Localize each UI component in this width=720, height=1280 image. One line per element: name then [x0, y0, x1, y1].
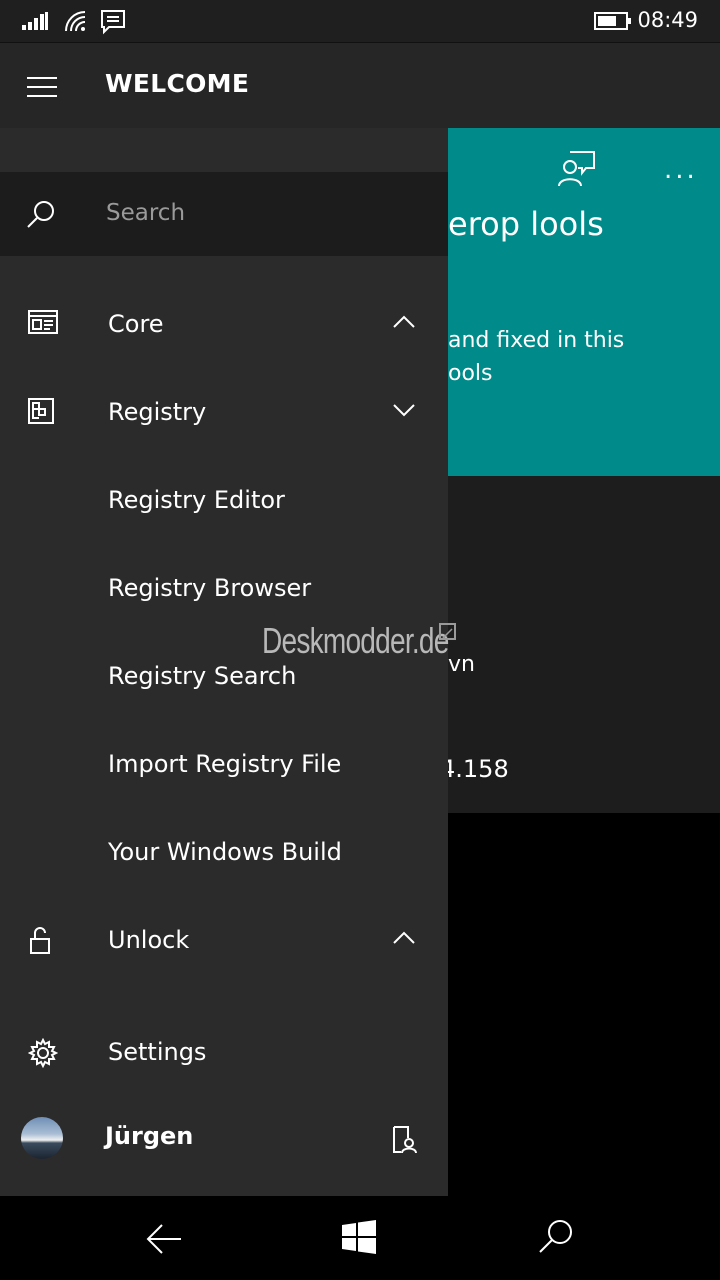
chevron-up-icon[interactable]	[392, 930, 416, 949]
tile-text: ools	[448, 361, 493, 386]
notification-message-icon	[100, 9, 126, 39]
feedback-icon[interactable]	[556, 150, 596, 194]
nav-item-label: Registry Browser	[108, 574, 312, 602]
windows-start-icon[interactable]	[342, 1220, 376, 1258]
nav-item-registry[interactable]: Registry	[0, 368, 448, 456]
nav-item-your-windows-build[interactable]: Your Windows Build	[0, 808, 448, 896]
page-title: WELCOME	[105, 69, 250, 98]
watermark: Deskmodder.de	[262, 620, 449, 661]
nav-item-registry-browser[interactable]: Registry Browser	[0, 544, 448, 632]
app-header: WELCOME	[0, 42, 720, 128]
back-arrow-icon[interactable]	[146, 1224, 182, 1258]
status-bar: 08:49	[0, 0, 720, 42]
system-navigation-bar	[0, 1196, 720, 1280]
search-label: Search	[106, 200, 186, 226]
user-name: Jürgen	[105, 1122, 194, 1150]
content-text: vn	[448, 652, 475, 677]
more-options-button[interactable]: ...	[664, 155, 698, 185]
nav-item-label: Settings	[108, 1038, 207, 1066]
search-icon[interactable]	[538, 1218, 574, 1258]
hamburger-menu-icon[interactable]	[27, 77, 57, 97]
avatar	[21, 1117, 63, 1159]
tile-title: erop lools	[448, 205, 604, 243]
chevron-up-icon[interactable]	[392, 314, 416, 333]
nav-item-label: Registry Editor	[108, 486, 285, 514]
clock: 08:49	[637, 8, 698, 32]
nav-item-label: Registry Search	[108, 662, 297, 690]
nav-item-settings[interactable]: Settings	[0, 1008, 448, 1096]
wifi-icon	[64, 10, 88, 36]
gear-icon	[27, 1037, 59, 1072]
navigation-pane: Search Core Registry Registry Editor Reg…	[0, 128, 448, 1196]
core-icon	[28, 310, 58, 338]
nav-item-label: Core	[108, 310, 164, 338]
user-account[interactable]: Jürgen	[0, 1108, 448, 1196]
search-icon	[26, 199, 56, 233]
nav-item-core[interactable]: Core	[0, 280, 448, 368]
chevron-down-icon[interactable]	[392, 402, 416, 421]
nav-item-label: Your Windows Build	[108, 838, 342, 866]
pane-spacer	[0, 128, 448, 172]
nav-item-label: Import Registry File	[108, 750, 342, 778]
nav-item-registry-editor[interactable]: Registry Editor	[0, 456, 448, 544]
nav-item-import-registry-file[interactable]: Import Registry File	[0, 720, 448, 808]
nav-item-label: Registry	[108, 398, 207, 426]
switch-account-icon[interactable]	[392, 1126, 418, 1158]
external-link-icon	[439, 623, 456, 640]
build-number: 4.158	[440, 755, 509, 783]
nav-item-unlock[interactable]: Unlock	[0, 896, 448, 984]
signal-strength-icon	[22, 12, 48, 34]
unlock-icon	[28, 926, 52, 958]
search-item[interactable]: Search	[0, 172, 448, 256]
tile-text: and fixed in this	[448, 328, 625, 353]
nav-item-label: Unlock	[108, 926, 190, 954]
registry-icon	[28, 398, 54, 428]
battery-icon	[594, 12, 632, 34]
